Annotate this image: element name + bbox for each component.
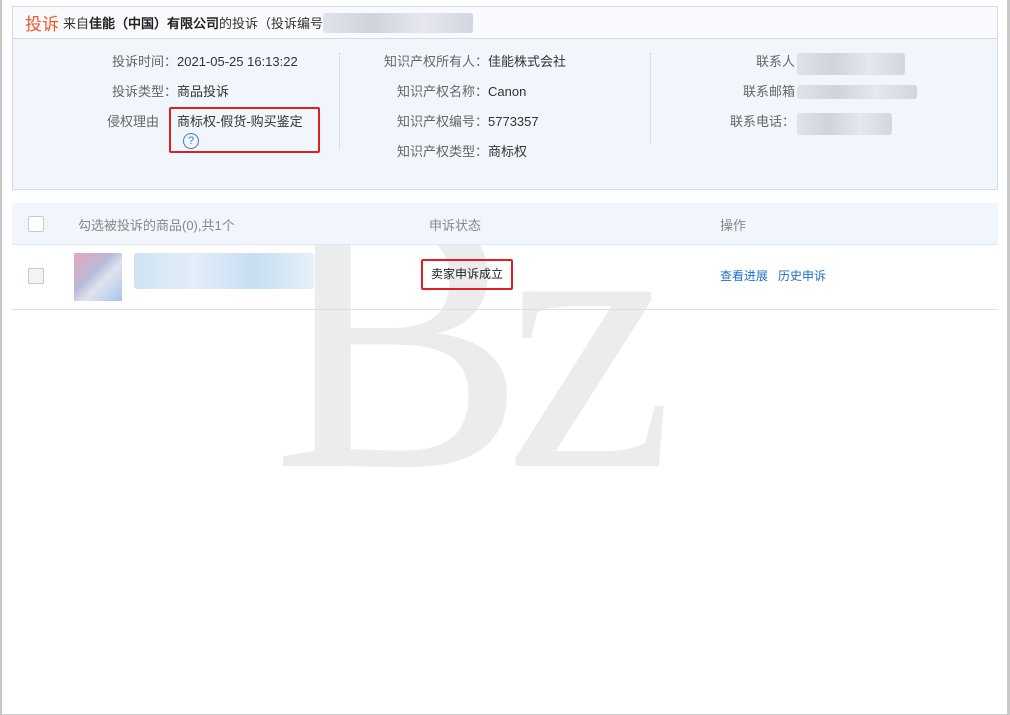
ip-type: 商标权 <box>488 143 527 173</box>
appeal-status: 卖家申诉成立 <box>421 259 513 290</box>
ip-details: 知识产权所有人：佳能株式会社 知识产权名称：Canon 知识产权编号：57733… <box>353 53 566 173</box>
highlight-box <box>169 107 320 153</box>
label: 知识产权类型： <box>353 143 488 173</box>
complaint-header: 投诉 来自 佳能（中国）有限公司 的投诉（投诉编号 <box>13 7 997 39</box>
label: 联系邮箱 <box>693 83 795 113</box>
from-prefix: 来自 <box>63 13 89 32</box>
divider <box>650 53 651 143</box>
label: 知识产权编号： <box>353 113 488 143</box>
redacted-phone <box>797 113 892 135</box>
redacted-product-title[interactable] <box>134 253 314 289</box>
label: 投诉时间： <box>97 53 177 83</box>
row-checkbox[interactable] <box>28 268 44 284</box>
complaint-info-panel: 投诉 来自 佳能（中国）有限公司 的投诉（投诉编号 投诉时间：2021-05-2… <box>12 6 998 190</box>
select-all-checkbox[interactable] <box>28 216 44 232</box>
contact-details: 联系人 联系邮箱 联系电话： <box>693 53 917 143</box>
table-row: 卖家申诉成立 查看进展 历史申诉 <box>12 245 998 310</box>
appeal-history-link[interactable]: 历史申诉 <box>778 267 826 284</box>
header-status: 申诉状态 <box>429 215 481 234</box>
label: 知识产权名称： <box>353 83 488 113</box>
complainant-company: 佳能（中国）有限公司 <box>89 13 219 32</box>
complaint-title: 投诉 <box>25 10 59 35</box>
header-actions: 操作 <box>720 215 746 234</box>
label: 联系电话： <box>693 113 795 143</box>
ip-number: 5773357 <box>488 113 539 143</box>
divider <box>339 53 340 149</box>
header-product: 勾选被投诉的商品(0),共1个 <box>78 215 235 234</box>
complaint-number-label: 的投诉（投诉编号 <box>219 13 323 32</box>
ip-name: Canon <box>488 83 526 113</box>
redacted-complaint-number <box>323 13 473 33</box>
label: 联系人 <box>693 53 795 83</box>
ip-owner: 佳能株式会社 <box>488 53 566 83</box>
complaint-time: 2021-05-25 16:13:22 <box>177 53 298 83</box>
label: 投诉类型： <box>97 83 177 113</box>
redacted-email <box>797 85 917 99</box>
product-thumbnail <box>74 253 122 301</box>
view-progress-link[interactable]: 查看进展 <box>720 267 768 284</box>
table-header: 勾选被投诉的商品(0),共1个 申诉状态 操作 <box>12 203 998 245</box>
redacted-contact <box>797 53 905 75</box>
label: 侵权理由 <box>97 113 169 143</box>
label: 知识产权所有人： <box>353 53 488 83</box>
